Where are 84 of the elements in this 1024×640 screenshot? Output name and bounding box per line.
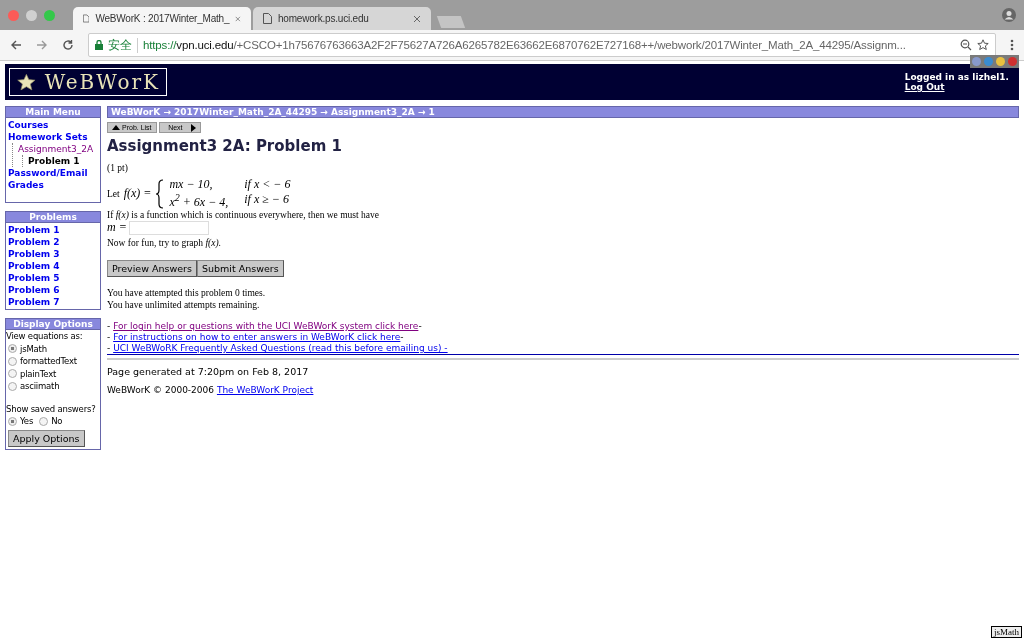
problem-link[interactable]: Problem 5: [8, 273, 60, 283]
new-tab-button[interactable]: [436, 16, 466, 28]
radio-button[interactable]: [39, 416, 49, 426]
copyright-text: WeBWorK © 2000-2006: [107, 385, 215, 395]
address-bar[interactable]: 安全 https://vpn.uci.edu/+CSCO+1h75676763663A2F2F75627A726A6265782E63662E6870762E727168++/webwork/2017Winter_Math_2A_44295/Assignm...: [88, 33, 996, 57]
menu-link[interactable]: Password/Email: [8, 168, 88, 178]
submit-button[interactable]: Preview Answers: [107, 260, 197, 277]
profile-icon[interactable]: [1002, 8, 1016, 22]
panel-title: Display Options: [6, 319, 100, 330]
radio-button[interactable]: [8, 381, 17, 391]
help-link[interactable]: UCI WeBWoRK Frequently Asked Questions (read this before emailing us) -: [113, 343, 448, 353]
star-icon[interactable]: [977, 39, 989, 51]
radio-label: jsMath: [20, 342, 47, 355]
let-text: Let: [107, 188, 120, 199]
menu-link[interactable]: Grades: [8, 180, 44, 190]
forward-icon[interactable]: [36, 39, 48, 51]
radio-button[interactable]: [8, 416, 17, 426]
dash-text: -: [107, 321, 111, 331]
page-icon: [263, 13, 272, 24]
radio-button[interactable]: [8, 356, 17, 366]
points-text: (1 pt): [107, 163, 129, 173]
radio-button[interactable]: [8, 344, 17, 354]
menu-icon[interactable]: [1010, 39, 1014, 51]
problem-link[interactable]: Problem 6: [8, 285, 60, 295]
radio-label: No: [51, 415, 63, 428]
dash-text: -: [107, 343, 111, 353]
math-text: if x < − 6: [244, 177, 291, 192]
logout-link[interactable]: Log Out: [904, 82, 1009, 92]
question-text: If f(x) is a function which is continuous everywhere, then we must have: [107, 210, 380, 220]
right-arrow-icon: [190, 123, 196, 132]
project-link[interactable]: The WeBWorK Project: [216, 385, 314, 395]
up-arrow-icon: [112, 125, 120, 130]
instruction-text: Now for fun, try to graph f(x).: [107, 238, 222, 248]
attempts-text: You have unlimited attempts remaining.: [107, 299, 261, 311]
apply-options-button[interactable]: Apply Options: [8, 429, 85, 447]
brace-icon: [155, 178, 166, 209]
radio-label: asciimath: [20, 380, 60, 393]
radio-label: Yes: [20, 415, 34, 428]
jsmath-badge[interactable]: jsMath: [991, 626, 1022, 638]
math-text: f(x) =: [123, 186, 152, 201]
reload-icon[interactable]: [62, 39, 74, 51]
problem-link[interactable]: Problem 4: [8, 261, 60, 271]
zoom-icon[interactable]: [960, 39, 972, 51]
login-status: Logged in as lizhel1.: [904, 72, 1009, 82]
problem-link[interactable]: Problem 2: [8, 237, 60, 247]
radio-button[interactable]: [8, 369, 17, 379]
attempts-text: You have attempted this problem 0 times.: [107, 287, 267, 299]
minimize-window-icon[interactable]: [26, 9, 37, 21]
page-icon: [83, 13, 90, 24]
url-text: https://vpn.uci.edu/+CSCO+1h75676763663A2F2F75627A726A6265782E63662E6870762E727168++/webwork/2017Winter_Math_2A_44295/Assignm...: [143, 39, 907, 51]
breadcrumb-bar: WeBWorK → 2017Winter_Math_2A_44295 → Assignment3_2A → 1: [107, 106, 1019, 118]
menu-link[interactable]: Assignment3_2A: [18, 144, 94, 154]
dash-text: -: [107, 332, 111, 342]
menu-link[interactable]: Courses: [8, 120, 49, 130]
close-icon[interactable]: [235, 14, 241, 23]
generated-text: Page generated at 7:20pm on Feb 8, 2017: [107, 366, 310, 377]
math-text: x$^{2}$ + 6x − 4,: [169, 192, 229, 210]
dash-text: -: [400, 332, 404, 342]
browser-tab[interactable]: WeBWorK : 2017Winter_Math_: [73, 7, 251, 30]
panel-title: Problems: [6, 212, 100, 223]
radio-label: plainText: [20, 367, 57, 380]
problem-link[interactable]: Problem 1: [8, 225, 60, 235]
webwork-logo[interactable]: WeBWorK: [9, 68, 167, 96]
problem-link[interactable]: Problem 7: [8, 297, 60, 307]
math-text: if x ≥ − 6: [244, 192, 290, 208]
problem-link[interactable]: Problem 3: [8, 249, 60, 259]
problem-title: Assignment3 2A: Problem 1: [107, 137, 343, 155]
browser-tab[interactable]: homework.ps.uci.edu: [253, 7, 431, 30]
panel-title: Main Menu: [6, 107, 100, 118]
answer-field[interactable]: [128, 220, 209, 235]
close-icon[interactable]: [413, 14, 421, 23]
help-link[interactable]: For login help or questions with the UCI WeBWorK system click here: [113, 321, 419, 331]
secure-label: 安全: [108, 37, 138, 53]
option-label: View equations as:: [6, 330, 84, 343]
menu-link[interactable]: Problem 1: [28, 156, 80, 166]
radio-label: formattedText: [20, 355, 77, 368]
option-label: Show saved answers?: [6, 402, 97, 415]
lock-icon: [95, 40, 103, 50]
back-icon[interactable]: [10, 39, 22, 51]
math-text: mx − 10,: [169, 177, 214, 192]
menu-link[interactable]: Homework Sets: [8, 132, 88, 142]
dash-text: -: [418, 321, 422, 331]
math-text: m =: [107, 220, 127, 235]
submit-button[interactable]: Submit Answers: [196, 260, 284, 277]
